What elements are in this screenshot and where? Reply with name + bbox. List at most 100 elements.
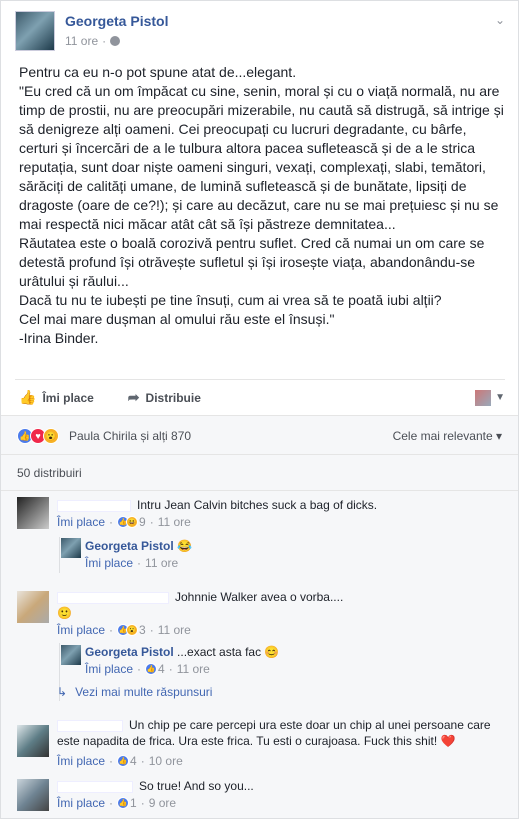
reaction-count: 4 — [130, 754, 137, 768]
reply-like-link[interactable]: Îmi place — [85, 556, 133, 570]
post-actions: 👍 Îmi place ➦ Distribuie ▼ — [15, 379, 505, 415]
reply-text-block: Georgeta Pistol 😂 — [85, 538, 192, 554]
author-name[interactable]: Georgeta Pistol — [65, 13, 168, 29]
reply-arrow-icon: ↳ — [57, 685, 68, 699]
reply-avatar[interactable] — [61, 645, 81, 665]
dot-separator: · — [109, 754, 114, 768]
wow-reaction-icon: 😮 — [126, 624, 139, 636]
reply-reactions[interactable]: 👍 — [145, 663, 158, 675]
current-user-avatar — [475, 389, 492, 406]
like-reaction-icon: 👍 — [117, 755, 130, 767]
post-text: Pentru ca eu n-o pot spune atat de...ele… — [19, 63, 505, 348]
comment-reactions[interactable]: 👍 — [117, 797, 130, 809]
commenter-name[interactable] — [57, 719, 123, 732]
share-arrow-icon: ➦ — [127, 389, 140, 405]
like-reaction-icon: 👍 — [117, 797, 130, 809]
meta-separator: · — [102, 34, 107, 48]
reaction-count: 4 — [158, 662, 165, 676]
sort-label: Cele mai relevante — [392, 429, 493, 443]
dot-separator: · — [140, 796, 145, 810]
comment-time[interactable]: 10 ore — [149, 754, 183, 768]
post-header: Georgeta Pistol 11 ore · ⌄ — [15, 11, 505, 51]
comment-meta: Îmi place · 👍 4 · 10 ore — [57, 754, 183, 768]
thumbs-up-icon: 👍 — [19, 389, 37, 405]
comment-text: Intru Jean Calvin bitches suck a bag of … — [137, 498, 378, 512]
sort-comments-dropdown[interactable]: Cele mai relevante ▾ — [393, 429, 502, 443]
dot-separator: · — [149, 623, 154, 637]
post-paragraph: -Irina Binder. — [19, 330, 99, 346]
reply-like-link[interactable]: Îmi place — [85, 662, 133, 676]
reply-text-block: Georgeta Pistol ...exact asta fac 😊 — [85, 644, 279, 660]
reply-text: ...exact asta fac — [177, 645, 262, 659]
wow-reaction-icon: 😮 — [43, 428, 59, 444]
post-paragraph: Cel mai mare dușman al omului rău este e… — [19, 311, 335, 327]
share-label: Distribuie — [145, 390, 201, 405]
comment-avatar[interactable] — [17, 497, 49, 529]
reaction-icons[interactable]: 👍 ♥ 😮 — [17, 428, 59, 444]
post-paragraph: Pentru ca eu n-o pot spune atat de...ele… — [19, 64, 297, 80]
comment-like-link[interactable]: Îmi place — [57, 796, 105, 810]
like-label: Îmi place — [42, 390, 94, 405]
comment-like-link[interactable]: Îmi place — [57, 754, 105, 768]
comment-time[interactable]: 11 ore — [158, 515, 191, 529]
haha-reaction-icon: 😆 — [126, 516, 139, 528]
comment-avatar[interactable] — [17, 725, 49, 757]
reaction-count: 9 — [139, 515, 146, 529]
reply-emoji: 😊 — [264, 645, 280, 659]
reply-author[interactable]: Georgeta Pistol — [85, 539, 174, 553]
like-reaction-icon: 👍 — [145, 663, 158, 675]
commenter-name[interactable] — [57, 499, 131, 512]
dot-separator: · — [140, 754, 145, 768]
comment-avatar[interactable] — [17, 591, 49, 623]
comment-text: So true! And so you... — [139, 779, 254, 793]
more-replies-link[interactable]: ↳ Vezi mai multe răspunsuri — [57, 685, 212, 699]
post-time[interactable]: 11 ore — [65, 34, 98, 48]
reaction-count: 3 — [139, 623, 146, 637]
comment-meta: Îmi place · 👍 1 · 9 ore — [57, 796, 176, 810]
post-paragraph: "Eu cred că un om împăcat cu sine, senin… — [19, 83, 504, 232]
reply-avatar[interactable] — [61, 538, 81, 558]
comment-avatar[interactable] — [17, 779, 49, 811]
comment-reactions[interactable]: 👍 😮 — [117, 624, 139, 636]
dot-separator: · — [168, 662, 173, 676]
reply-time[interactable]: 11 ore — [177, 662, 210, 676]
comment-text-block: Johnnie Walker avea o vorba.... 🙂 — [57, 589, 497, 621]
chevron-down-icon[interactable]: ⌄ — [495, 13, 505, 27]
commenter-name[interactable] — [57, 591, 169, 604]
caret-down-icon: ▼ — [495, 392, 505, 403]
post-paragraph: Răutatea este o boală corozivă pentru su… — [19, 235, 485, 289]
reply-emoji: 😂 — [177, 539, 192, 553]
reactions-summary[interactable]: Paula Chirila și alți 870 — [69, 429, 191, 443]
share-button[interactable]: ➦ Distribuie — [128, 389, 201, 406]
dot-separator: · — [137, 556, 142, 570]
shares-bar: 50 distribuiri — [1, 455, 518, 491]
commenter-name[interactable] — [57, 780, 133, 793]
comment-emoji: 🙂 — [57, 606, 72, 620]
dot-separator: · — [109, 796, 114, 810]
post-as-selector[interactable]: ▼ — [475, 389, 505, 406]
comment-reactions[interactable]: 👍 😆 — [117, 516, 139, 528]
comment-time[interactable]: 9 ore — [149, 796, 176, 810]
reply-time[interactable]: 11 ore — [145, 556, 178, 570]
post-meta: 11 ore · — [65, 34, 121, 48]
comment-text-block: So true! And so you... — [57, 778, 497, 794]
reaction-count: 1 — [130, 796, 137, 810]
comment-reactions[interactable]: 👍 — [117, 755, 130, 767]
post-paragraph: Dacă tu nu te iubești pe tine însuți, cu… — [19, 292, 442, 308]
comment-like-link[interactable]: Îmi place — [57, 623, 105, 637]
reply-author[interactable]: Georgeta Pistol — [85, 645, 174, 659]
dot-separator: · — [137, 662, 142, 676]
dot-separator: · — [109, 515, 114, 529]
post-card: Georgeta Pistol 11 ore · ⌄ Pentru ca eu … — [0, 0, 519, 819]
author-avatar[interactable] — [15, 11, 55, 51]
like-button[interactable]: 👍 Îmi place — [19, 389, 94, 406]
comment-emoji: ❤️ — [440, 734, 456, 748]
comment-time[interactable]: 11 ore — [158, 623, 191, 637]
shares-count[interactable]: 50 distribuiri — [17, 466, 82, 480]
reply-thread-line — [59, 537, 60, 573]
reactions-bar: 👍 ♥ 😮 Paula Chirila și alți 870 Cele mai… — [1, 415, 518, 455]
dot-separator: · — [149, 515, 154, 529]
globe-icon — [110, 36, 121, 46]
comment-like-link[interactable]: Îmi place — [57, 515, 105, 529]
more-replies-label: Vezi mai multe răspunsuri — [75, 685, 213, 699]
